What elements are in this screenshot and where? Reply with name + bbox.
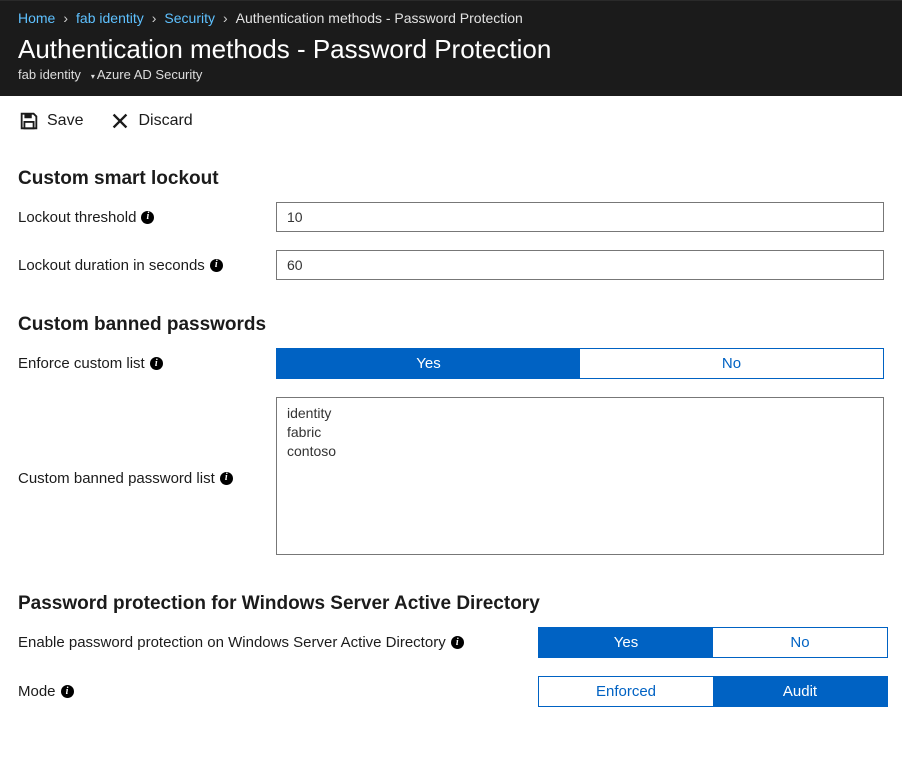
winad-enable-toggle: Yes No <box>538 627 888 658</box>
enforce-custom-list-label: Enforce custom list i <box>18 355 276 372</box>
section-title-winad: Password protection for Windows Server A… <box>18 593 884 615</box>
breadcrumb-current: Authentication methods - Password Protec… <box>236 10 523 26</box>
subtitle-tenant: fab identity <box>18 67 81 82</box>
close-icon <box>109 110 131 132</box>
banned-password-list-label: Custom banned password list i <box>18 470 276 487</box>
save-icon <box>18 110 40 132</box>
mode-enforced-option[interactable]: Enforced <box>539 677 713 706</box>
content: Custom smart lockout Lockout threshold i… <box>0 146 902 743</box>
lockout-duration-input[interactable] <box>276 250 884 280</box>
subtitle-section-label: Azure AD Security <box>97 67 203 82</box>
banned-password-list-textarea[interactable] <box>276 397 884 555</box>
lockout-duration-label: Lockout duration in seconds i <box>18 257 276 274</box>
lockout-threshold-input[interactable] <box>276 202 884 232</box>
info-icon[interactable]: i <box>210 259 223 272</box>
discard-button[interactable]: Discard <box>109 110 192 132</box>
info-icon[interactable]: i <box>61 685 74 698</box>
page-subtitle: fab identity ▾Azure AD Security <box>18 67 884 82</box>
breadcrumb-home[interactable]: Home <box>18 10 55 26</box>
discard-label: Discard <box>138 112 192 130</box>
chevron-right-icon: › <box>61 10 70 26</box>
chevron-right-icon: › <box>221 10 230 26</box>
header: Home › fab identity › Security › Authent… <box>0 0 902 96</box>
page-title: Authentication methods - Password Protec… <box>18 34 884 65</box>
winad-no-option[interactable]: No <box>713 628 887 657</box>
breadcrumb-security[interactable]: Security <box>164 10 215 26</box>
mode-audit-option[interactable]: Audit <box>713 677 887 706</box>
enforce-yes-option[interactable]: Yes <box>277 349 580 378</box>
enforce-no-option[interactable]: No <box>580 349 883 378</box>
section-title-banned: Custom banned passwords <box>18 314 884 336</box>
info-icon[interactable]: i <box>150 357 163 370</box>
info-icon[interactable]: i <box>220 472 233 485</box>
chevron-right-icon: › <box>150 10 159 26</box>
winad-enable-label: Enable password protection on Windows Se… <box>18 634 538 651</box>
subtitle-section[interactable]: ▾Azure AD Security <box>91 67 203 82</box>
lockout-threshold-label: Lockout threshold i <box>18 209 276 226</box>
mode-label: Mode i <box>18 683 538 700</box>
info-icon[interactable]: i <box>451 636 464 649</box>
winad-yes-option[interactable]: Yes <box>539 628 713 657</box>
mode-toggle: Enforced Audit <box>538 676 888 707</box>
save-label: Save <box>47 112 83 130</box>
save-button[interactable]: Save <box>18 110 83 132</box>
breadcrumb: Home › fab identity › Security › Authent… <box>18 10 884 26</box>
breadcrumb-tenant[interactable]: fab identity <box>76 10 144 26</box>
info-icon[interactable]: i <box>141 211 154 224</box>
toolbar: Save Discard <box>0 96 902 146</box>
section-title-lockout: Custom smart lockout <box>18 168 884 190</box>
enforce-custom-list-toggle: Yes No <box>276 348 884 379</box>
